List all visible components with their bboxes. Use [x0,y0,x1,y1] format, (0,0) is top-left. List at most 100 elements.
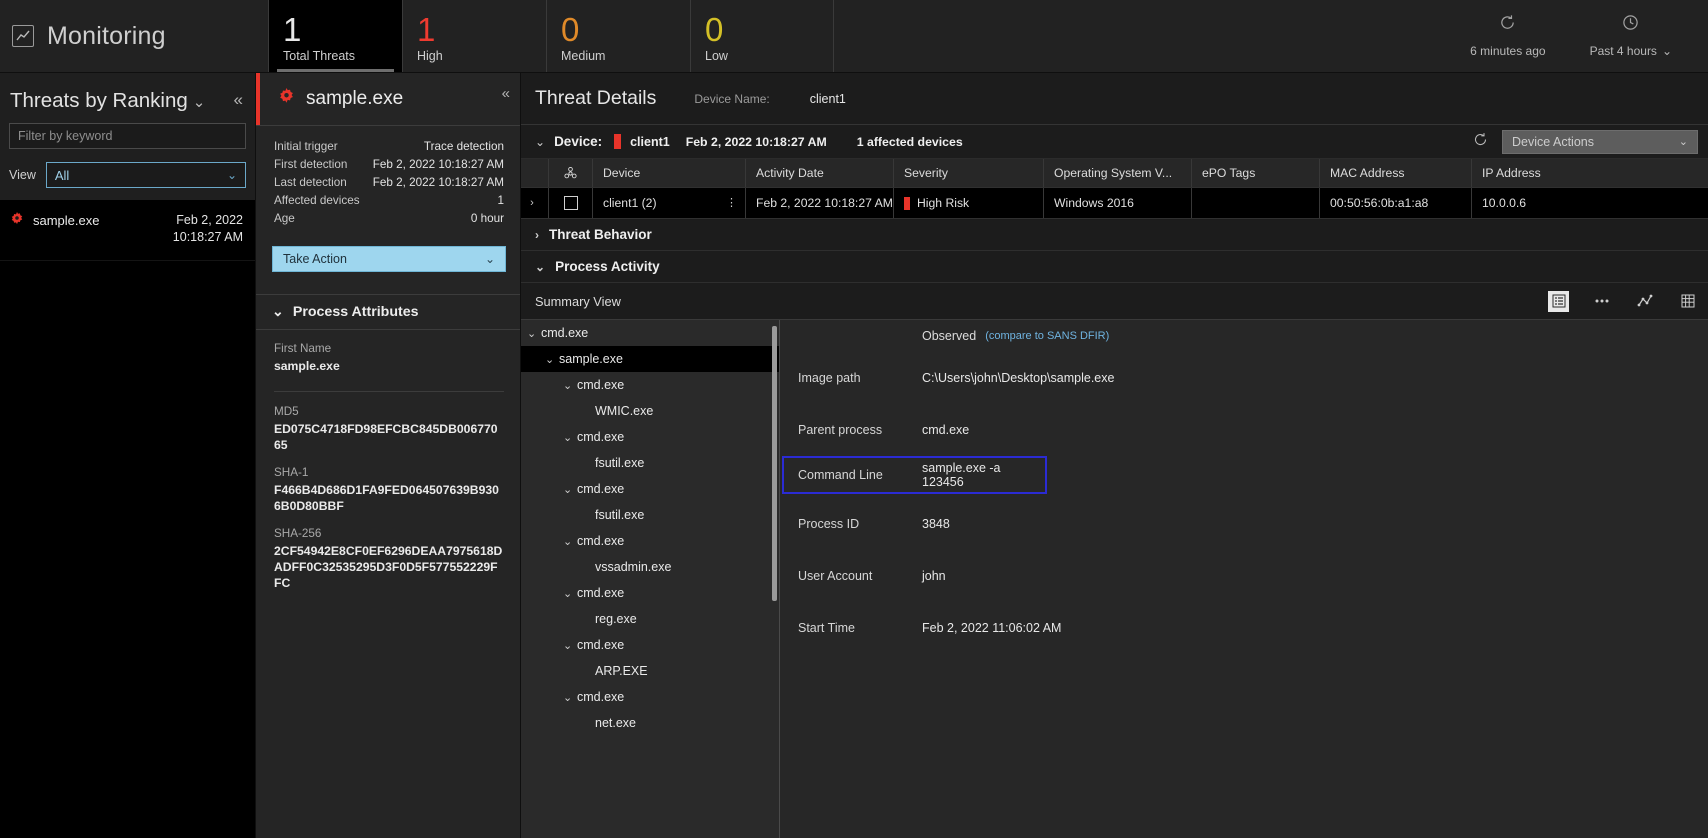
ellipsis-icon[interactable] [1591,291,1612,312]
threats-panel-header: Threats by Ranking ⌄ « [0,73,255,119]
process-tree-node[interactable]: ⌄ cmd.exe [521,580,779,606]
table-row[interactable]: › client1 (2) ⋮ Feb 2, 2022 10:18:27 AM … [521,188,1708,219]
column-header-epo-tags[interactable]: ePO Tags [1191,159,1319,187]
process-tree-node[interactable]: net.exe [521,710,779,736]
threat-behavior-section[interactable]: › Threat Behavior [521,219,1708,251]
column-header-ip-address[interactable]: IP Address [1471,159,1708,187]
field-command-line[interactable]: Command Line sample.exe -a 123456 [782,456,1047,494]
chevron-down-icon[interactable]: ⌄ [563,587,577,600]
process-tree-node[interactable]: ARP.EXE [521,658,779,684]
view-select-value: All [54,167,70,183]
process-tree-scrollbar[interactable] [772,326,777,601]
threats-panel-title[interactable]: Threats by Ranking ⌄ [10,89,205,113]
device-actions-button[interactable]: Device Actions ⌄ [1502,129,1698,154]
process-tree-node[interactable]: ⌄ cmd.exe [521,684,779,710]
process-tree-node[interactable]: ⌄ cmd.exe [521,528,779,554]
field-value: cmd.exe [922,423,970,437]
row-expand-cell[interactable]: › [521,188,548,218]
process-tree-node[interactable]: ⌄ cmd.exe [521,632,779,658]
chevron-down-icon: ⌄ [192,94,206,111]
collapse-summary-panel-button[interactable]: « [502,85,510,102]
chevron-down-icon[interactable]: ⌄ [563,431,577,444]
row-checkbox[interactable] [563,196,578,210]
kpi-medium[interactable]: 0 Medium [546,0,690,72]
top-bar: Monitoring 1 Total Threats 1 High 0 Medi… [0,0,1708,73]
summary-field: Age 0 hour [274,210,504,228]
field-start-time: Start Time Feb 2, 2022 11:06:02 AM [780,602,1708,654]
chevron-down-icon[interactable]: ⌄ [563,691,577,704]
chevron-down-icon[interactable]: ⌄ [563,483,577,496]
attribute-value: ED075C4718FD98EFCBC845DB00677065 [274,422,498,452]
summary-view-label[interactable]: Summary View [535,294,621,309]
observed-row: Observed (compare to SANS DFIR) [780,320,1708,352]
process-attributes-section-header[interactable]: ⌄ Process Attributes [256,294,520,330]
row-menu-icon[interactable]: ⋮ [726,198,737,209]
chevron-down-icon[interactable]: ⌄ [563,535,577,548]
field-key: Image path [798,371,861,385]
gear-icon [10,212,24,231]
field-key: Start Time [798,621,855,635]
process-tree-node-label: vssadmin.exe [595,560,672,574]
column-header-mac-address[interactable]: MAC Address [1319,159,1471,187]
chevron-right-icon[interactable]: › [530,197,534,209]
kpi-total-threats[interactable]: 1 Total Threats [268,0,402,72]
row-checkbox-cell[interactable] [548,188,592,218]
process-activity-section[interactable]: ⌄ Process Activity [521,251,1708,283]
chevron-down-icon[interactable]: ⌄ [545,353,559,366]
device-section-affected-count: 1 affected devices [856,134,963,149]
node-graph-icon[interactable] [1634,291,1655,312]
process-tree-node[interactable]: fsutil.exe [521,450,779,476]
field-value: 3848 [922,517,950,531]
process-tree-node[interactable]: vssadmin.exe [521,554,779,580]
chevron-down-icon[interactable]: ⌄ [563,639,577,652]
process-tree-node[interactable]: WMIC.exe [521,398,779,424]
time-range-control[interactable]: Past 4 hours ⌄ [1568,14,1694,58]
kpi-medium-value: 0 [561,11,580,48]
attribute-value: F466B4D686D1FA9FED064507639B9306B0D80BBF [274,483,499,513]
chevron-right-icon: › [535,227,539,242]
field-process-id: Process ID 3848 [780,498,1708,550]
list-view-icon[interactable] [1548,290,1569,312]
brand: Monitoring [0,0,268,72]
chevron-down-icon: ⌄ [1661,44,1672,58]
chevron-down-icon[interactable]: ⌄ [563,379,577,392]
refresh-control[interactable]: 6 minutes ago [1448,14,1567,58]
grid-view-icon[interactable] [1677,291,1698,312]
summary-field-value: Trace detection [423,140,504,153]
threat-details-title: Threat Details [535,87,657,109]
chevron-down-icon[interactable]: ⌄ [535,135,545,149]
device-section-label: Device: [554,134,603,149]
sans-dfir-link[interactable]: (compare to SANS DFIR) [985,330,1109,342]
kpi-high[interactable]: 1 High [402,0,546,72]
device-name-value: client1 [809,91,846,106]
collapse-threats-panel-button[interactable]: « [234,89,243,111]
refresh-icon[interactable] [1473,132,1488,152]
summary-field-value: 1 [497,194,504,207]
chevron-down-icon[interactable]: ⌄ [527,327,541,340]
process-tree-node-label: net.exe [595,716,637,730]
process-tree-node-label: cmd.exe [577,586,625,600]
process-tree-node[interactable]: ⌄ cmd.exe [521,424,779,450]
summary-field-value: Feb 2, 2022 10:18:27 AM [372,158,504,171]
column-header-activity-date[interactable]: Activity Date [745,159,893,187]
process-tree-node-label: reg.exe [595,612,637,626]
field-user-account: User Account john [780,550,1708,602]
attribute-key: First Name [274,342,332,355]
column-header-device[interactable]: Device [592,159,745,187]
process-tree-node[interactable]: ⌄ cmd.exe [521,320,779,346]
view-label: View [9,168,36,182]
cell-activity-date: Feb 2, 2022 10:18:27 AM [745,188,893,218]
process-tree-node[interactable]: ⌄ sample.exe [521,346,779,372]
take-action-button[interactable]: Take Action ⌄ [272,246,506,272]
process-tree-node[interactable]: ⌄ cmd.exe [521,372,779,398]
view-select[interactable]: All ⌄ [45,162,246,188]
search-input[interactable] [9,123,246,149]
process-tree-node[interactable]: reg.exe [521,606,779,632]
column-header-os-version[interactable]: Operating System V... [1043,159,1191,187]
cell-device: client1 (2) ⋮ [592,188,745,218]
kpi-low[interactable]: 0 Low [690,0,834,72]
process-tree-node[interactable]: fsutil.exe [521,502,779,528]
column-header-severity[interactable]: Severity [893,159,1043,187]
list-item[interactable]: sample.exe Feb 2, 2022 10:18:27 AM [0,200,255,261]
process-tree-node[interactable]: ⌄ cmd.exe [521,476,779,502]
